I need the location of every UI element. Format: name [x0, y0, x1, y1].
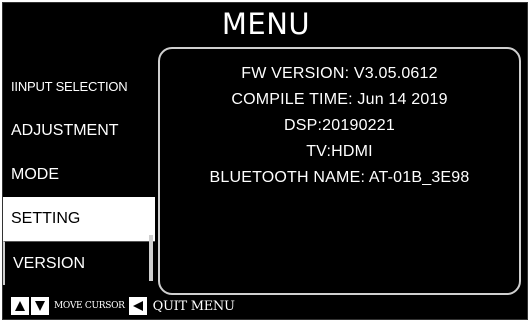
sidebar-item-mode[interactable]: MODE [3, 153, 155, 197]
osd-screen: MENU IINPUT SELECTION ADJUSTMENT MODE SE… [2, 2, 528, 320]
left-arrow-icon [128, 297, 147, 315]
bluetooth-name: BLUETOOTH NAME: AT-01B_3E98 [209, 169, 470, 186]
footer-hints: MOVE CURSOR QUIT MENU [11, 295, 235, 317]
down-arrow-icon [31, 297, 49, 315]
compile-time: COMPILE TIME: Jun 14 2019 [231, 91, 448, 108]
sidebar-item-input-selection[interactable]: IINPUT SELECTION [3, 65, 155, 109]
sidebar-item-setting[interactable]: SETTING [3, 197, 155, 241]
tv-source: TV:HDMI [306, 143, 373, 160]
up-arrow-icon [11, 297, 29, 315]
sidebar-item-version[interactable]: VERSION [3, 241, 155, 285]
dsp-version: DSP:20190221 [284, 117, 395, 134]
menu-title: MENU [221, 7, 311, 41]
panel-divider [149, 235, 153, 281]
quit-menu-hint: QUIT MENU [152, 298, 235, 314]
move-cursor-hint: MOVE CURSOR [54, 301, 125, 311]
fw-version: FW VERSION: V3.05.0612 [241, 65, 438, 82]
version-info-panel: FW VERSION: V3.05.0612 COMPILE TIME: Jun… [158, 47, 521, 295]
sidebar-item-adjustment[interactable]: ADJUSTMENT [3, 109, 155, 153]
